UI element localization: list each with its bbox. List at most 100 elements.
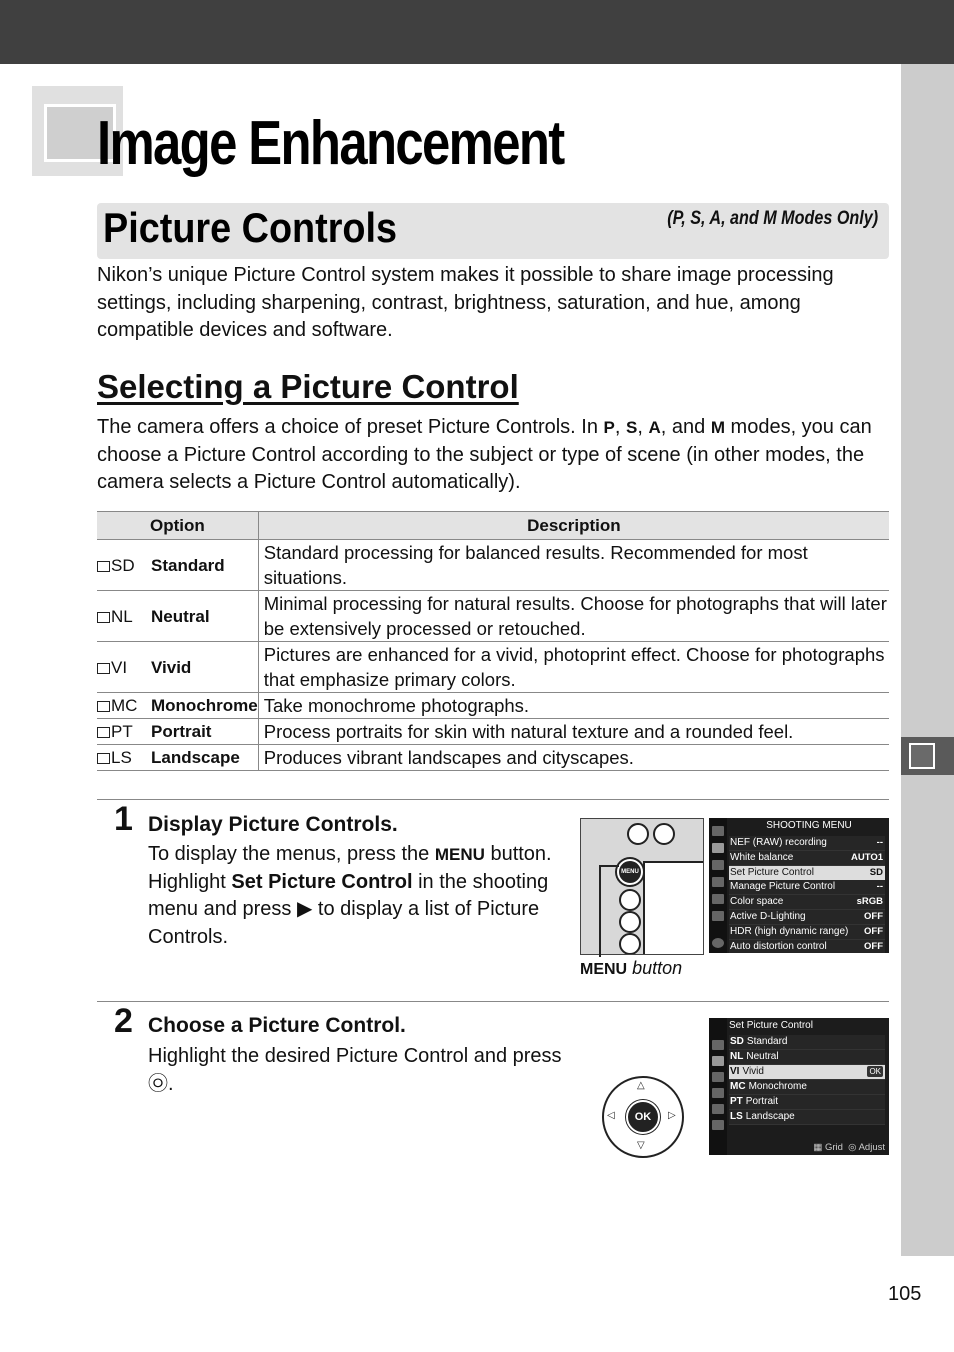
step-title: Display Picture Controls. (148, 813, 398, 836)
help-icon (712, 938, 724, 948)
section-title: Picture Controls (103, 204, 398, 251)
picture-control-item[interactable]: LS Landscape (729, 1110, 885, 1125)
picture-control-icon (97, 662, 110, 674)
callout-line (599, 865, 619, 867)
description-cell: Produces vibrant landscapes and cityscap… (258, 744, 889, 771)
screen-footer: ▦ Grid ◎ Adjust (813, 1142, 885, 1153)
description-cell: Process portraits for skin with natural … (258, 718, 889, 745)
mode-p: P (603, 418, 615, 437)
item-code: PT (730, 1096, 743, 1107)
picture-control-table: Option Description SD Standard Standard pr… (97, 511, 889, 771)
step-number: 2 (114, 1002, 133, 1040)
retouch-menu-icon (712, 894, 724, 904)
shooting-menu-screen: SHOOTING MENU NEF (RAW) recording -- White… (709, 818, 889, 953)
playback-menu-icon (712, 826, 724, 836)
right-arrow-icon: ▶ (296, 898, 313, 920)
picture-control-icon (97, 701, 110, 712)
description-cell: Minimal processing for natural results. … (258, 590, 889, 642)
header-description: Description (258, 511, 889, 540)
table-header-row: Option Description (97, 511, 889, 540)
menu-item[interactable]: White balance AUTO1 (729, 850, 885, 866)
set-picture-control-screen: Set Picture Control SD Standard NL Neutral V… (709, 1018, 889, 1155)
picture-control-item[interactable]: MC Monochrome (729, 1080, 885, 1095)
menu-item[interactable]: Color space sRGB (729, 895, 885, 911)
option-name: Monochrome (151, 696, 258, 715)
help-protect-button (619, 889, 641, 911)
left-arrow-icon: ◁ (607, 1110, 615, 1121)
callout-line (599, 865, 601, 957)
menu-item[interactable]: HDR (high dynamic range) OFF (729, 924, 885, 940)
menu-item-value: AUTO1 (850, 851, 883, 863)
menu-button: MENU (617, 859, 643, 885)
table-row: NL Neutral Minimal processing for natural … (97, 590, 889, 642)
menu-item-value: -- (876, 837, 883, 848)
header-option: Option (97, 511, 259, 540)
option-code: LS (111, 748, 132, 767)
camera-lcd (643, 861, 703, 954)
top-bar (0, 0, 954, 64)
item-label: Landscape (745, 1111, 795, 1122)
menu-tabs (709, 818, 727, 953)
menu-item[interactable]: Manage Picture Control -- (729, 880, 885, 896)
option-code: NL (111, 606, 133, 626)
option-code: VI (111, 657, 128, 677)
option-cell: SD Standard (97, 539, 259, 591)
menu-item-value: sRGB (856, 896, 883, 908)
playback-button (627, 823, 649, 845)
menu-item-label: Set Picture Control (730, 866, 814, 878)
playback-menu-icon (712, 1040, 724, 1050)
ok-button: OK (626, 1100, 660, 1134)
subsection-title: Selecting a Picture Control (97, 368, 519, 405)
menu-item-label: Auto distortion control (730, 940, 827, 952)
option-name: Landscape (151, 748, 240, 767)
menu-key: MENU (434, 845, 485, 864)
table-row: LS Landscape Produces vibrant landscapes a… (97, 744, 889, 771)
item-code: SD (730, 1036, 744, 1047)
picture-control-item[interactable]: SD Standard (729, 1035, 885, 1050)
setup-menu-icon (712, 1088, 724, 1098)
screen-title: SHOOTING MENU (766, 820, 852, 831)
menu-item-label: NEF (RAW) recording (730, 837, 827, 848)
picture-control-icon (97, 753, 110, 764)
menu-item-value: -- (876, 881, 883, 893)
table-row: SD Standard Standard processing for balanc… (97, 539, 889, 591)
intro-paragraph: Nikon’s unique Picture Control system ma… (97, 264, 834, 341)
option-name: Standard (151, 555, 225, 575)
mode-m: M (710, 418, 725, 437)
option-cell: LS Landscape (97, 744, 259, 771)
picture-control-item[interactable]: NL Neutral (729, 1050, 885, 1065)
chapter-tab[interactable] (901, 737, 954, 775)
step-text: Highlight the desired Picture Control an… (148, 1045, 562, 1095)
menu-item[interactable]: Auto distortion control OFF (729, 939, 885, 953)
item-code: NL (730, 1051, 744, 1062)
menu-item-value: OFF (864, 911, 883, 922)
mode-s: S (626, 418, 638, 437)
option-cell: MC Monochrome (97, 692, 259, 719)
down-arrow-icon: ▽ (637, 1140, 645, 1151)
menu-item[interactable]: Set Picture Control SD (729, 865, 885, 881)
zoom-in-qual-button (619, 911, 641, 933)
chapter-side-strip (901, 64, 954, 1256)
picture-control-item[interactable]: PT Portrait (729, 1095, 885, 1110)
right-arrow-icon: ▷ (668, 1110, 676, 1121)
menu-item[interactable]: Active D-Lighting OFF (729, 910, 885, 925)
page-number: 105 (888, 1283, 922, 1305)
zoom-out-iso-button (619, 933, 641, 954)
picture-control-item[interactable]: VI Vivid OK (729, 1065, 885, 1080)
shooting-menu-icon (712, 843, 724, 853)
option-name: Vivid (151, 657, 192, 677)
step-title: Choose a Picture Control. (148, 1014, 406, 1037)
option-code: SD (111, 555, 135, 575)
step-divider (97, 1001, 889, 1002)
menu-item[interactable]: NEF (RAW) recording -- (729, 836, 885, 851)
mode-a: A (648, 418, 661, 437)
shooting-menu-icon (712, 1056, 724, 1066)
item-label: Monochrome (748, 1081, 807, 1092)
picture-control-icon (97, 611, 110, 623)
option-code: MC (111, 696, 138, 715)
option-name: Portrait (151, 722, 212, 741)
menu-tabs (709, 1018, 727, 1155)
menu-item-label: White balance (730, 851, 794, 863)
item-label: Vivid (742, 1066, 764, 1077)
custom-settings-icon (712, 1072, 724, 1082)
